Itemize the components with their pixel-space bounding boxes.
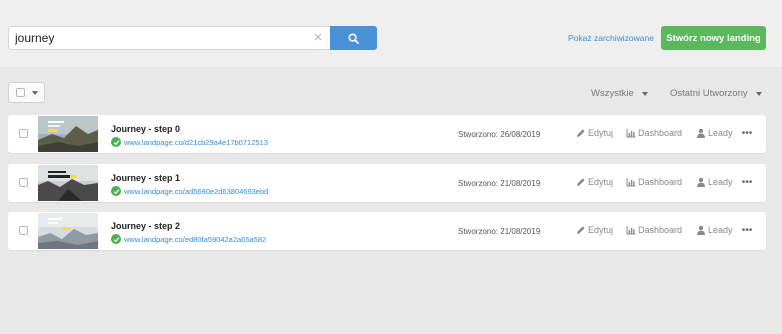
- status-filter-dropdown[interactable]: Wszystkie: [591, 88, 648, 99]
- row-checkbox[interactable]: [19, 178, 28, 187]
- user-icon: [697, 225, 705, 235]
- row-checkbox[interactable]: [19, 226, 28, 235]
- leads-button[interactable]: Leady: [696, 177, 733, 187]
- landing-url: www.landpage.co/d21cb29a4e17b0712513: [124, 137, 268, 147]
- leads-label: Leady: [708, 177, 733, 187]
- leads-button[interactable]: Leady: [696, 128, 733, 138]
- landing-name[interactable]: Journey - step 1: [111, 173, 180, 183]
- select-all-checkbox[interactable]: [16, 88, 25, 97]
- leads-label: Leady: [708, 128, 733, 138]
- edit-button[interactable]: Edytuj: [576, 128, 613, 138]
- dashboard-button[interactable]: Dashboard: [626, 225, 682, 235]
- search-icon: [348, 32, 359, 44]
- pencil-icon: [577, 178, 585, 186]
- landing-thumbnail[interactable]: [38, 165, 98, 201]
- pencil-icon: [577, 226, 585, 234]
- check-circle-icon: [111, 186, 121, 196]
- edit-label: Edytuj: [588, 128, 614, 138]
- pencil-icon: [577, 129, 585, 137]
- create-landing-button[interactable]: Stwórz nowy landing: [661, 26, 766, 50]
- landing-row: Journey - step 2 www.landpage.co/ed80fa5…: [8, 212, 766, 250]
- bar-chart-icon: [626, 178, 636, 187]
- ellipsis-icon[interactable]: •••: [740, 175, 754, 189]
- dashboard-label: Dashboard: [638, 128, 683, 138]
- edit-label: Edytuj: [588, 225, 614, 235]
- ellipsis-icon[interactable]: •••: [740, 126, 754, 140]
- check-circle-icon: [111, 137, 121, 147]
- landing-row: Journey - step 1 www.landpage.co/ad5690e…: [8, 164, 766, 202]
- edit-button[interactable]: Edytuj: [576, 225, 613, 235]
- top-bar: × Pokaż zarchiwizowane Stwórz nowy landi…: [0, 0, 782, 67]
- leads-label: Leady: [708, 225, 733, 235]
- chevron-down-icon: [32, 90, 38, 95]
- dashboard-label: Dashboard: [638, 177, 683, 187]
- dashboard-button[interactable]: Dashboard: [626, 177, 682, 187]
- edit-button[interactable]: Edytuj: [576, 177, 613, 187]
- ellipsis-icon[interactable]: •••: [740, 223, 754, 237]
- dashboard-label: Dashboard: [638, 225, 683, 235]
- status-filter-label: Wszystkie: [591, 88, 634, 99]
- bar-chart-icon: [626, 226, 636, 235]
- landing-url-link[interactable]: www.landpage.co/ed80fa59042a2a65a582: [111, 234, 266, 244]
- landing-name[interactable]: Journey - step 2: [111, 221, 180, 231]
- landing-url-link[interactable]: www.landpage.co/d21cb29a4e17b0712513: [111, 137, 268, 147]
- close-icon[interactable]: ×: [311, 30, 325, 46]
- chevron-down-icon: [755, 91, 762, 96]
- select-all-dropdown[interactable]: [8, 82, 45, 103]
- landing-thumbnail[interactable]: [38, 213, 98, 249]
- user-icon: [697, 177, 705, 187]
- create-landing-label: Stwórz nowy landing: [666, 32, 761, 44]
- search-input[interactable]: [9, 27, 299, 49]
- sort-label: Ostatni Utworzony: [670, 88, 748, 99]
- sort-dropdown[interactable]: Ostatni Utworzony: [670, 88, 762, 99]
- landing-url: www.landpage.co/ed80fa59042a2a65a582: [124, 234, 267, 244]
- created-date: Stworzono: 21/08/2019: [458, 179, 541, 188]
- show-archived-link[interactable]: Pokaż zarchiwizowane: [568, 33, 654, 43]
- landing-row: Journey - step 0 www.landpage.co/d21cb29…: [8, 115, 766, 153]
- row-checkbox[interactable]: [19, 129, 28, 138]
- search-box: ×: [8, 26, 330, 50]
- landing-name[interactable]: Journey - step 0: [111, 124, 180, 134]
- created-date: Stworzono: 26/08/2019: [458, 130, 541, 139]
- user-icon: [697, 128, 705, 138]
- chevron-down-icon: [641, 91, 648, 96]
- landing-url-link[interactable]: www.landpage.co/ad5690e2d63804693ebd: [111, 186, 268, 196]
- check-circle-icon: [111, 234, 121, 244]
- dashboard-button[interactable]: Dashboard: [626, 128, 682, 138]
- edit-label: Edytuj: [588, 177, 614, 187]
- landing-thumbnail[interactable]: [38, 116, 98, 152]
- search-button[interactable]: [330, 26, 377, 50]
- created-date: Stworzono: 21/08/2019: [458, 227, 541, 236]
- bar-chart-icon: [626, 129, 636, 138]
- landing-url: www.landpage.co/ad5690e2d63804693ebd: [124, 186, 269, 196]
- leads-button[interactable]: Leady: [696, 225, 733, 235]
